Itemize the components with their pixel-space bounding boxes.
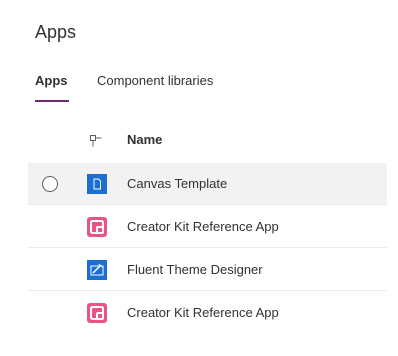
- table-row[interactable]: Fluent Theme Designer: [28, 249, 387, 291]
- page-title: Apps: [35, 22, 77, 42]
- table-row[interactable]: Canvas Template: [28, 163, 387, 205]
- app-name[interactable]: Creator Kit Reference App: [127, 305, 279, 321]
- tab-component-libraries[interactable]: Component libraries: [97, 72, 213, 90]
- creator-kit-app-icon: [87, 303, 107, 323]
- grid-header: Name: [28, 120, 387, 160]
- canvas-app-icon: [87, 174, 107, 194]
- row-select-radio[interactable]: [42, 176, 58, 192]
- app-name[interactable]: Creator Kit Reference App: [127, 219, 279, 235]
- creator-kit-app-icon: [87, 217, 107, 237]
- app-name[interactable]: Fluent Theme Designer: [127, 262, 263, 278]
- active-tab-indicator: [35, 100, 69, 102]
- tab-apps[interactable]: Apps: [35, 72, 68, 90]
- table-row[interactable]: Creator Kit Reference App: [28, 292, 387, 334]
- app-type-column-icon[interactable]: [90, 134, 102, 147]
- column-header-name[interactable]: Name: [127, 132, 162, 147]
- fluent-theme-designer-app-icon: [87, 260, 107, 280]
- app-name[interactable]: Canvas Template: [127, 176, 227, 192]
- table-row[interactable]: Creator Kit Reference App: [28, 206, 387, 248]
